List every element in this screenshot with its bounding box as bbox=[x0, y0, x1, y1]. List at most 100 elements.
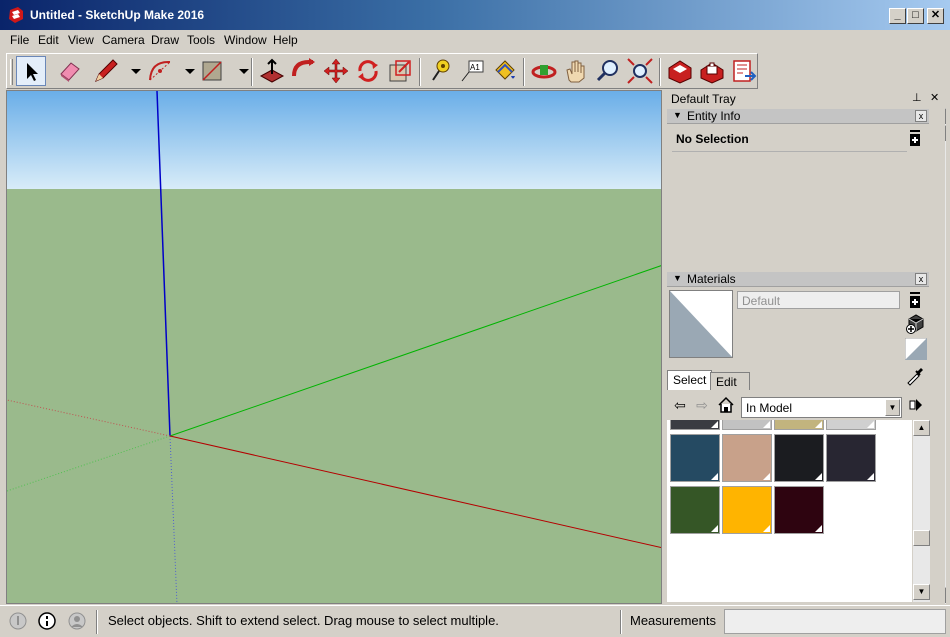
extension-warehouse-button[interactable] bbox=[697, 56, 727, 86]
move-tool[interactable] bbox=[321, 56, 351, 86]
material-swatch[interactable] bbox=[826, 434, 876, 482]
follow-me-icon bbox=[292, 58, 315, 77]
eraser-tool[interactable] bbox=[55, 56, 85, 86]
forward-arrow-icon[interactable]: ⇨ bbox=[693, 396, 711, 414]
collapse-triangle-icon[interactable]: ▼ bbox=[673, 273, 682, 283]
material-swatch[interactable] bbox=[670, 420, 720, 430]
divider bbox=[672, 151, 907, 152]
follow-me-tool[interactable] bbox=[289, 56, 319, 86]
eyedropper-icon[interactable] bbox=[905, 366, 925, 386]
collection-select[interactable]: In Model ▼ bbox=[741, 397, 902, 418]
details-arrow-icon[interactable] bbox=[907, 396, 925, 414]
menu-file[interactable]: File bbox=[10, 33, 29, 47]
pin-icon[interactable]: ⊥ bbox=[912, 91, 922, 104]
pan-tool[interactable] bbox=[561, 56, 591, 86]
collapse-triangle-icon[interactable]: ▼ bbox=[673, 110, 682, 120]
3d-warehouse-button[interactable] bbox=[665, 56, 695, 86]
select-tool[interactable] bbox=[16, 56, 46, 86]
home-icon[interactable] bbox=[717, 396, 735, 414]
material-swatch[interactable] bbox=[774, 434, 824, 482]
details-toggle-icon[interactable] bbox=[908, 292, 922, 308]
paint-bucket-tool[interactable] bbox=[489, 56, 519, 86]
toolbar-separator bbox=[251, 58, 253, 86]
material-name-field[interactable]: Default bbox=[737, 291, 900, 309]
material-swatch[interactable] bbox=[722, 434, 772, 482]
entity-info-header[interactable]: ▼ Entity Info x bbox=[667, 109, 929, 124]
send-to-layout-button[interactable] bbox=[729, 56, 759, 86]
back-arrow-icon[interactable]: ⇦ bbox=[671, 396, 689, 414]
menu-help[interactable]: Help bbox=[273, 33, 298, 47]
menu-tools[interactable]: Tools bbox=[187, 33, 215, 47]
scale-tool[interactable] bbox=[385, 56, 415, 86]
create-material-icon[interactable] bbox=[905, 314, 925, 334]
scroll-up-icon[interactable]: ▲ bbox=[913, 420, 930, 436]
details-toggle-icon[interactable] bbox=[908, 130, 922, 146]
tray-close-icon[interactable]: ✕ bbox=[930, 91, 939, 104]
close-panel-icon[interactable]: x bbox=[915, 110, 927, 122]
toolbar-grip[interactable] bbox=[10, 59, 13, 85]
rotate-tool[interactable] bbox=[353, 56, 383, 86]
modeling-viewport[interactable] bbox=[6, 90, 662, 604]
material-preview[interactable] bbox=[669, 290, 733, 358]
tape-measure-icon bbox=[432, 59, 450, 81]
material-swatch[interactable] bbox=[722, 420, 772, 430]
zoom-extents-tool[interactable] bbox=[625, 56, 655, 86]
close-button[interactable]: ✕ bbox=[927, 8, 944, 24]
push-pull-icon bbox=[259, 58, 285, 83]
material-swatch[interactable] bbox=[774, 420, 824, 430]
materials-header[interactable]: ▼ Materials x bbox=[667, 272, 929, 287]
entity-info-title: Entity Info bbox=[687, 109, 741, 123]
material-swatch[interactable] bbox=[670, 486, 720, 534]
chevron-down-icon[interactable]: ▼ bbox=[885, 399, 900, 416]
credits-icon[interactable] bbox=[38, 612, 56, 630]
arc-tools-dropdown[interactable] bbox=[175, 56, 195, 86]
ground bbox=[7, 189, 661, 603]
toolbar-separator bbox=[419, 58, 421, 86]
title-bar: Untitled - SketchUp Make 2016 _ □ ✕ bbox=[0, 0, 950, 30]
selection-label: No Selection bbox=[676, 132, 749, 146]
swatch-scroll-thumb[interactable] bbox=[913, 530, 930, 546]
menu-edit[interactable]: Edit bbox=[38, 33, 59, 47]
material-swatch[interactable] bbox=[670, 434, 720, 482]
eraser-icon bbox=[60, 62, 80, 82]
extension-warehouse-icon bbox=[700, 62, 724, 84]
pan-hand-icon bbox=[566, 60, 585, 83]
menu-bar: File Edit View Camera Draw Tools Window … bbox=[0, 30, 950, 50]
pencil-tool[interactable] bbox=[91, 56, 121, 86]
pencil-icon bbox=[95, 59, 118, 82]
zoom-tool[interactable] bbox=[593, 56, 623, 86]
minimize-button[interactable]: _ bbox=[889, 8, 906, 24]
scroll-down-icon[interactable]: ▼ bbox=[913, 584, 930, 600]
menu-camera[interactable]: Camera bbox=[102, 33, 145, 47]
sketchup-logo-icon bbox=[9, 7, 23, 23]
tape-measure-tool[interactable] bbox=[425, 56, 455, 86]
push-pull-tool[interactable] bbox=[257, 56, 287, 86]
scale-icon bbox=[389, 60, 411, 82]
menu-window[interactable]: Window bbox=[224, 33, 267, 47]
sample-paint-icon[interactable] bbox=[905, 338, 927, 360]
material-swatch[interactable] bbox=[774, 486, 824, 534]
swatch-scrollbar[interactable]: ▲ ▼ bbox=[913, 420, 930, 602]
orbit-tool[interactable] bbox=[529, 56, 559, 86]
viewport-canvas[interactable] bbox=[7, 91, 662, 604]
shape-tools-dropdown[interactable] bbox=[229, 56, 249, 86]
sky bbox=[7, 91, 661, 189]
close-panel-icon[interactable]: x bbox=[915, 273, 927, 285]
text-tool[interactable]: A1 bbox=[457, 56, 487, 86]
geo-location-icon[interactable] bbox=[9, 612, 27, 630]
material-swatch[interactable] bbox=[826, 420, 876, 430]
line-tools-dropdown[interactable] bbox=[121, 56, 141, 86]
material-swatch[interactable] bbox=[722, 486, 772, 534]
menu-draw[interactable]: Draw bbox=[151, 33, 179, 47]
tab-edit[interactable]: Edit bbox=[710, 372, 750, 390]
paint-bucket-icon bbox=[495, 60, 515, 80]
menu-view[interactable]: View bbox=[68, 33, 94, 47]
tab-select[interactable]: Select bbox=[667, 370, 713, 390]
maximize-button[interactable]: □ bbox=[907, 8, 924, 24]
sign-in-icon[interactable] bbox=[68, 612, 86, 630]
rectangle-icon bbox=[202, 61, 222, 81]
rectangle-tool[interactable] bbox=[197, 56, 227, 86]
arc-tool[interactable] bbox=[145, 56, 175, 86]
measurements-input[interactable] bbox=[724, 609, 946, 634]
magnifier-icon bbox=[596, 60, 618, 82]
